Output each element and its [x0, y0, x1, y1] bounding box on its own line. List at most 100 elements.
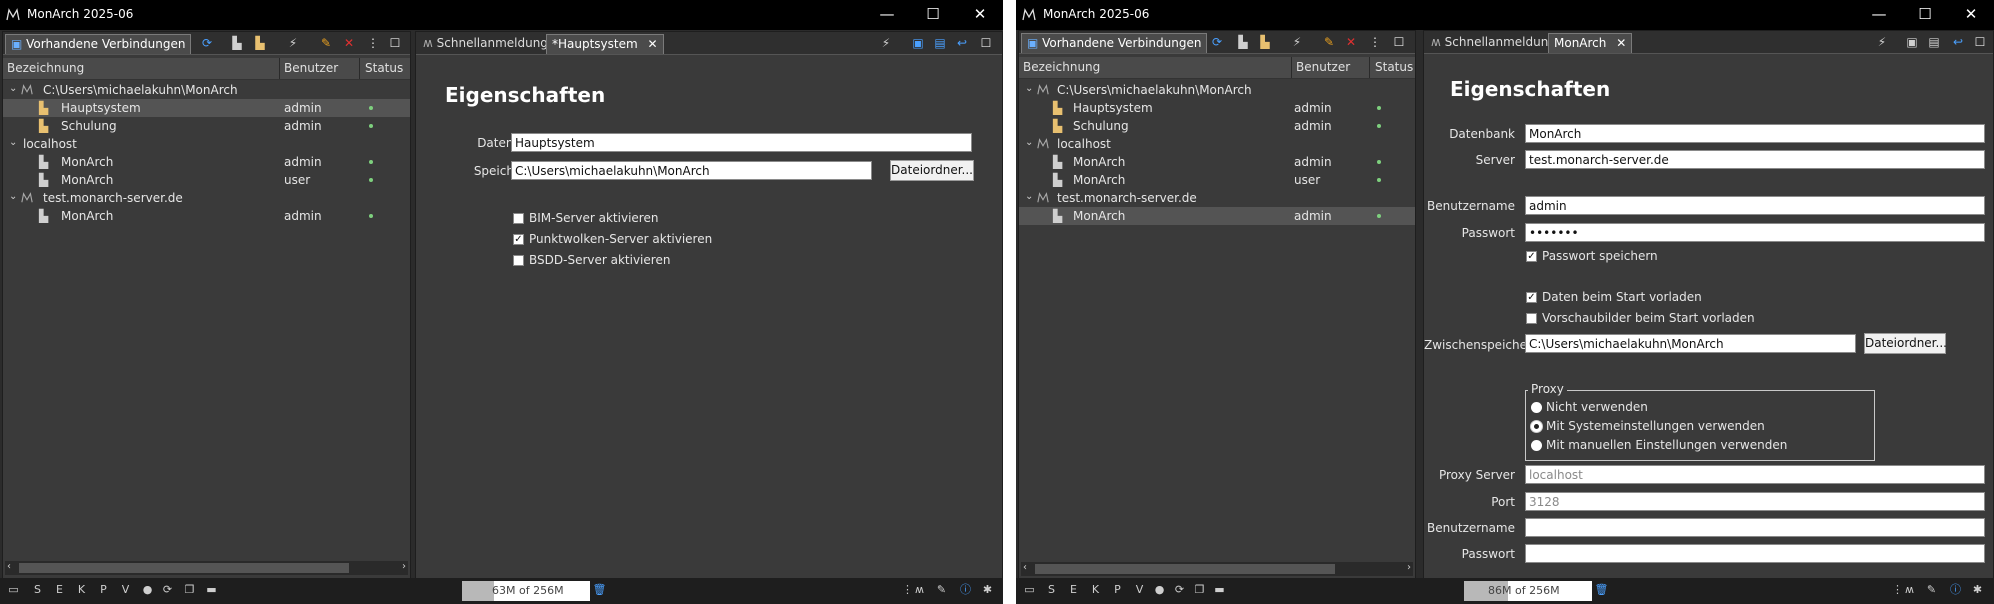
maximize-button[interactable]: ☐ [1902, 0, 1948, 30]
delete-icon[interactable]: ✕ [1343, 34, 1359, 50]
close-tab-icon[interactable]: ✕ [648, 37, 658, 51]
user-icon[interactable]: ● [140, 583, 155, 597]
tree-row[interactable]: ⌄ test.monarch-server.de [3, 189, 410, 207]
username-field[interactable]: admin [1525, 196, 1985, 215]
location-field[interactable]: C:\Users\michaelakuhn\MonArch [511, 161, 872, 180]
connect-plug-icon[interactable]: ⚡ [1874, 34, 1890, 50]
s-module-icon[interactable]: S [30, 583, 45, 597]
column-status[interactable]: Status [1375, 60, 1413, 74]
chevron-down-icon[interactable]: ⌄ [9, 83, 17, 94]
save-all-icon[interactable]: ▤ [1926, 34, 1942, 50]
chevron-down-icon[interactable]: ⌄ [9, 191, 17, 202]
maximize-view-icon[interactable]: ☐ [387, 35, 403, 51]
v-module-icon[interactable]: V [1132, 583, 1147, 597]
monarch-icon[interactable]: ʍ [1902, 583, 1917, 597]
cache-field[interactable]: C:\Users\michaelakuhn\MonArch [1525, 334, 1856, 353]
user-icon[interactable]: ● [1152, 583, 1167, 597]
settings-gear-icon[interactable]: ✱ [1970, 583, 1985, 597]
horizontal-scrollbar[interactable]: ‹ › [1021, 562, 1413, 576]
garbage-collect-icon[interactable]: 🗑 [1594, 583, 1609, 597]
message-icon[interactable]: ▬ [1212, 583, 1227, 597]
delete-icon[interactable]: ✕ [341, 35, 357, 51]
connect-plug-icon[interactable]: ⚡ [285, 35, 301, 51]
maximize-view-icon[interactable]: ☐ [1391, 34, 1407, 50]
add-server-connection-icon[interactable]: ▙ [252, 35, 268, 51]
proxy-none-radio[interactable] [1531, 402, 1542, 413]
tree-row[interactable]: ▙ MonArch user [1019, 171, 1415, 189]
close-button[interactable]: ✕ [1948, 0, 1994, 30]
column-user[interactable]: Benutzer [1296, 60, 1350, 74]
save-icon[interactable]: ▣ [910, 35, 926, 51]
add-server-connection-icon[interactable]: ▙ [1257, 34, 1273, 50]
tree-row[interactable]: ⌄ localhost [3, 135, 410, 153]
k-module-icon[interactable]: K [1088, 583, 1103, 597]
p-module-icon[interactable]: P [1110, 583, 1125, 597]
bim-server-checkbox[interactable] [513, 213, 524, 224]
column-name[interactable]: Bezeichnung [1023, 60, 1100, 74]
chevron-down-icon[interactable]: ⌄ [1025, 83, 1033, 94]
horizontal-scrollbar[interactable]: ‹ › [5, 561, 408, 575]
maximize-button[interactable]: ☐ [910, 0, 956, 30]
save-all-icon[interactable]: ▤ [932, 35, 948, 51]
proxy-server-field[interactable]: localhost [1525, 465, 1985, 484]
browse-folder-button[interactable]: Dateiordner... [890, 160, 974, 181]
e-module-icon[interactable]: E [1066, 583, 1081, 597]
s-module-icon[interactable]: S [1044, 583, 1059, 597]
more-options-icon[interactable]: ⋮ [365, 35, 381, 51]
edit-pencil-icon[interactable]: ✎ [318, 35, 334, 51]
port-field[interactable]: 3128 [1525, 492, 1985, 511]
tree-row[interactable]: ▙ Hauptsystem admin [3, 99, 410, 117]
undo-icon[interactable]: ↩ [954, 35, 970, 51]
chevron-down-icon[interactable]: ⌄ [1025, 191, 1033, 202]
preload-previews-checkbox[interactable] [1526, 313, 1537, 324]
connect-plug-icon[interactable]: ⚡ [878, 35, 894, 51]
proxy-username-field[interactable] [1525, 518, 1985, 537]
column-user[interactable]: Benutzer [284, 61, 338, 75]
scrollbar-thumb[interactable] [1035, 564, 1335, 574]
chevron-down-icon[interactable]: ⌄ [9, 137, 17, 148]
windows-icon[interactable]: ❐ [182, 583, 197, 597]
tree-row[interactable]: ⌄ localhost [1019, 135, 1415, 153]
close-button[interactable]: ✕ [957, 0, 1003, 30]
tree-row[interactable]: ▙ Schulung admin [3, 117, 410, 135]
scroll-left-icon[interactable]: ‹ [1023, 562, 1027, 573]
refresh-icon[interactable]: ⟳ [199, 35, 215, 51]
add-local-connection-icon[interactable]: ▙ [229, 35, 245, 51]
db-name-field[interactable]: Hauptsystem [511, 133, 972, 152]
info-icon[interactable]: ⓘ [1948, 583, 1963, 597]
db-name-field[interactable]: MonArch [1525, 124, 1985, 143]
tools-icon[interactable]: ✎ [934, 583, 949, 597]
tree-row[interactable]: ▙ MonArch admin [3, 153, 410, 171]
tree-row[interactable]: ▙ Hauptsystem admin [1019, 99, 1415, 117]
column-status[interactable]: Status [365, 61, 403, 75]
save-password-checkbox[interactable]: ✓ [1526, 251, 1537, 262]
sync-icon[interactable]: ⟳ [160, 583, 175, 597]
tree-row[interactable]: ▙ MonArch admin [3, 207, 410, 225]
settings-gear-icon[interactable]: ✱ [980, 583, 995, 597]
proxy-manual-radio[interactable] [1531, 440, 1542, 451]
bsdd-server-checkbox[interactable] [513, 255, 524, 266]
save-icon[interactable]: ▣ [1904, 34, 1920, 50]
column-name[interactable]: Bezeichnung [7, 61, 84, 75]
browse-folder-button[interactable]: Dateiordner... [1864, 333, 1947, 354]
refresh-icon[interactable]: ⟳ [1209, 34, 1225, 50]
edit-pencil-icon[interactable]: ✎ [1321, 34, 1337, 50]
windows-icon[interactable]: ❐ [1192, 583, 1207, 597]
tree-row[interactable]: ▙ Schulung admin [1019, 117, 1415, 135]
close-tab-icon[interactable]: ✕ [1616, 36, 1626, 50]
scroll-left-icon[interactable]: ‹ [7, 561, 11, 572]
monarch-icon[interactable]: ʍ [912, 583, 927, 597]
p-module-icon[interactable]: P [96, 583, 111, 597]
layout-icon[interactable]: ▭ [1022, 583, 1037, 597]
scrollbar-thumb[interactable] [19, 563, 349, 573]
scroll-right-icon[interactable]: › [1407, 562, 1411, 573]
undo-icon[interactable]: ↩ [1950, 34, 1966, 50]
maximize-view-icon[interactable]: ☐ [978, 35, 994, 51]
layout-icon[interactable]: ▭ [6, 583, 21, 597]
tree-row[interactable]: ⌄ C:\Users\michaelakuhn\MonArch [3, 81, 410, 99]
tab-monarch[interactable]: MonArch ✕ [1548, 33, 1633, 53]
tree-row[interactable]: ⌄ test.monarch-server.de [1019, 189, 1415, 207]
tree-row[interactable]: ⌄ C:\Users\michaelakuhn\MonArch [1019, 81, 1415, 99]
add-local-connection-icon[interactable]: ▙ [1235, 34, 1251, 50]
message-icon[interactable]: ▬ [204, 583, 219, 597]
